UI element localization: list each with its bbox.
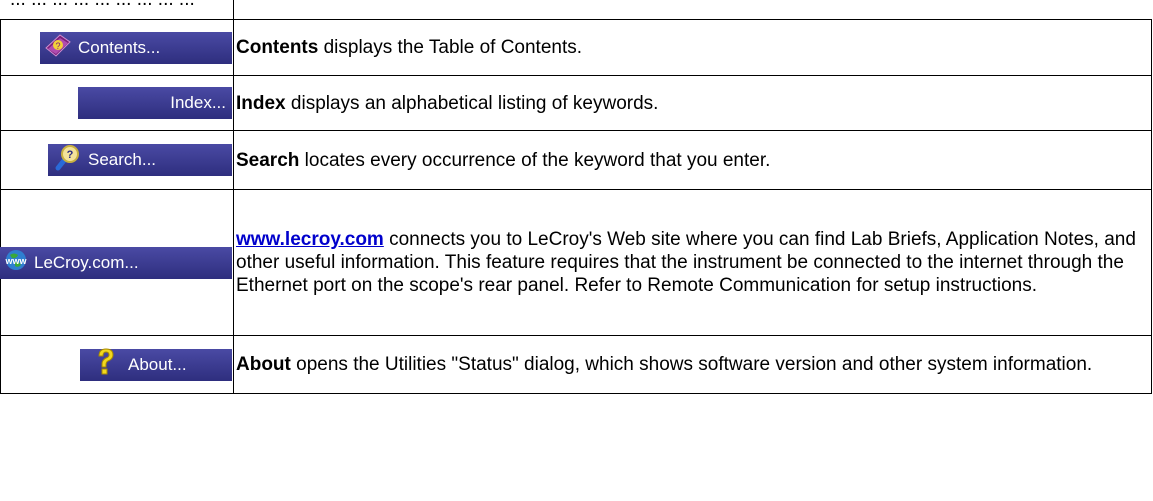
contents-button-label: Contents... [78, 37, 161, 57]
search-button[interactable]: ? Search... [48, 144, 232, 176]
description-text: displays an alphabetical listing of keyw… [285, 92, 659, 114]
index-button-label: Index... [170, 93, 226, 112]
term: Search [236, 149, 300, 171]
column-divider [233, 0, 234, 20]
table-row: www LeCroy.com... www.lecroy.com connect… [0, 189, 1152, 336]
contents-button[interactable]: ? Contents... [40, 31, 232, 64]
index-button[interactable]: Index... [78, 87, 232, 119]
question-mark-icon [96, 348, 114, 381]
description-text: locates every occurrence of the keyword … [299, 149, 771, 171]
table-row: ? Contents... Contents displays the Tabl… [0, 19, 1152, 76]
table-row: Index... Index displays an alphabetical … [0, 75, 1152, 131]
description-cell: www.lecroy.com connects you to LeCroy's … [233, 189, 1152, 336]
lecroy-web-button[interactable]: www LeCroy.com... [0, 246, 232, 279]
search-button-label: Search... [88, 150, 157, 169]
description-cell: Index displays an alphabetical listing o… [233, 75, 1152, 131]
table-row: ? Search... Search locates every occurre… [0, 130, 1152, 190]
term: Contents [236, 37, 319, 58]
description-text: opens the Utilities "Status" dialog, whi… [290, 354, 1093, 375]
svg-text:?: ? [67, 149, 74, 161]
term: Index [236, 92, 286, 114]
svg-text:?: ? [55, 41, 60, 51]
description-cell: Search locates every occurrence of the k… [233, 130, 1152, 190]
button-cell: Index... [0, 75, 234, 131]
about-button-label: About... [128, 354, 187, 374]
intro-text: ... ... ... ... ... ... ... ... ... [10, 0, 195, 11]
lecroy-website-link[interactable]: www.lecroy.com [236, 229, 384, 250]
help-buttons-table: ? Contents... Contents displays the Tabl… [0, 19, 1152, 394]
description-cell: Contents displays the Table of Contents. [233, 19, 1152, 76]
www-globe-icon: www [1, 248, 31, 277]
term: About [236, 354, 291, 375]
table-row: About... About opens the Utilities "Stat… [0, 335, 1152, 394]
about-button[interactable]: About... [80, 348, 232, 381]
button-cell: www LeCroy.com... [0, 189, 234, 336]
magnifier-question-icon: ? [52, 144, 82, 177]
description-text: displays the Table of Contents. [318, 37, 583, 58]
button-cell: About... [0, 335, 234, 394]
lecroy-web-button-label: LeCroy.com... [34, 252, 139, 272]
help-book-icon: ? [44, 32, 72, 63]
svg-text:www: www [4, 256, 27, 266]
button-cell: ? Contents... [0, 19, 234, 76]
button-cell: ? Search... [0, 130, 234, 190]
intro-line: ... ... ... ... ... ... ... ... ... [0, 0, 1153, 20]
description-cell: About opens the Utilities "Status" dialo… [233, 335, 1152, 394]
